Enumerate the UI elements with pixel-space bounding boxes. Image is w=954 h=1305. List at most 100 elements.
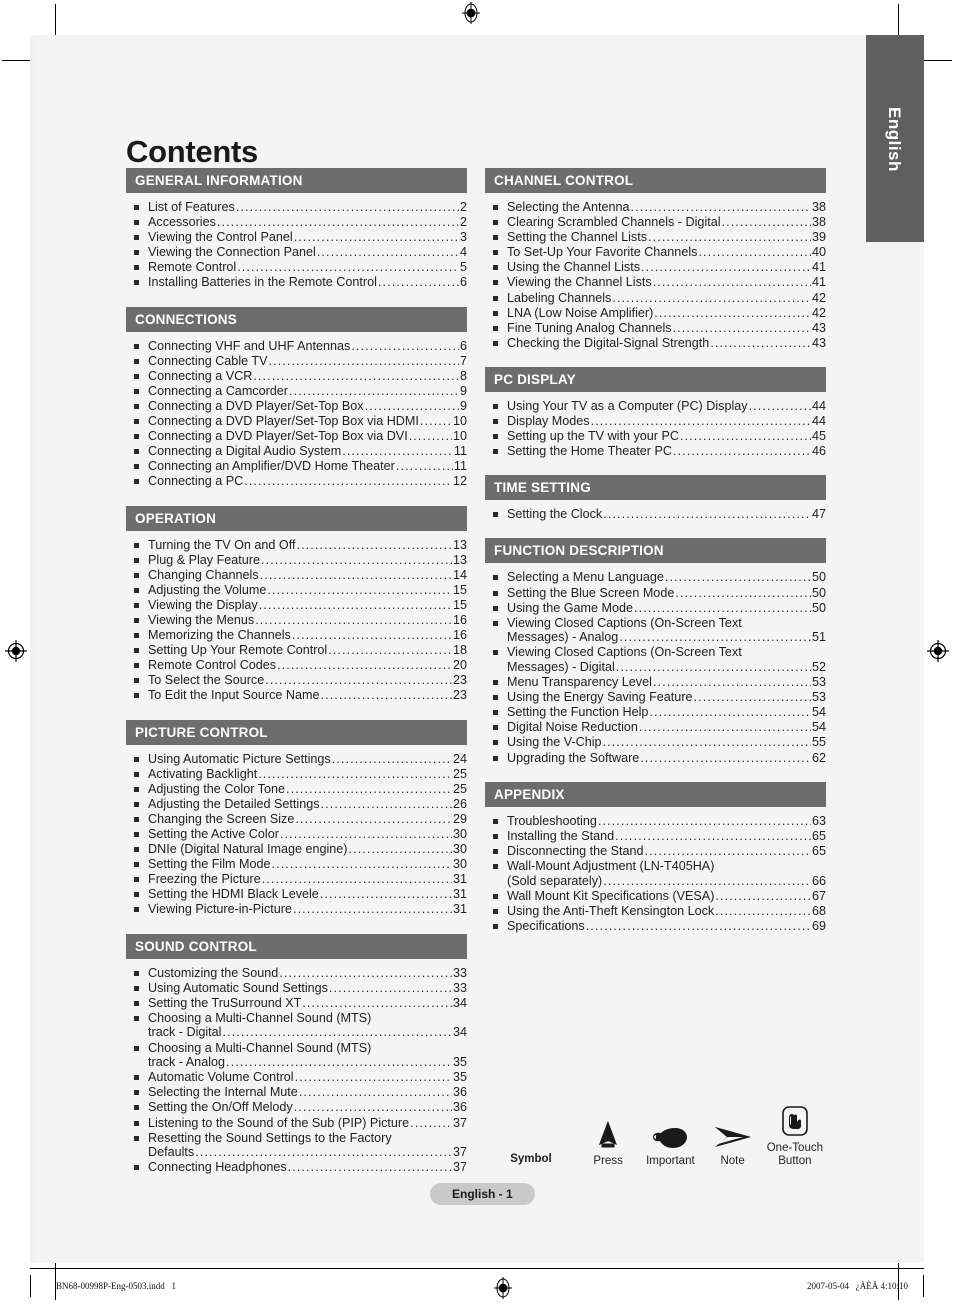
toc-entry[interactable]: Choosing a Multi-Channel Sound (MTS)35tr… (126, 1041, 467, 1070)
toc-entry[interactable]: Installing the Stand 65 (485, 829, 826, 844)
toc-entry[interactable]: Using Automatic Sound Settings 33 (126, 981, 467, 996)
toc-entry[interactable]: DNIe (Digital Natural Image engine) 30 (126, 842, 467, 857)
toc-entry[interactable]: Digital Noise Reduction 54 (485, 720, 826, 735)
toc-entry[interactable]: Setting the Home Theater PC 46 (485, 444, 826, 459)
toc-entry[interactable]: Memorizing the Channels 16 (126, 628, 467, 643)
toc-entry[interactable]: Freezing the Picture 31 (126, 872, 467, 887)
toc-entry[interactable]: Viewing the Menus 16 (126, 613, 467, 628)
toc-entry[interactable]: LNA (Low Noise Amplifier) 42 (485, 306, 826, 321)
dot-leader (222, 1025, 452, 1040)
toc-entry-page-number: 52 (811, 659, 826, 674)
toc-entry-line: Using Automatic Picture Settings 24 (148, 752, 467, 767)
toc-entry[interactable]: Connecting a DVD Player/Set-Top Box 9 (126, 399, 467, 414)
toc-entry[interactable]: Disconnecting the Stand 65 (485, 844, 826, 859)
toc-entry[interactable]: To Select the Source 23 (126, 673, 467, 688)
toc-entry[interactable]: Fine Tuning Analog Channels 43 (485, 321, 826, 336)
toc-entry-page-number: 9 (459, 383, 467, 398)
toc-entry[interactable]: Checking the Digital-Signal Strength 43 (485, 336, 826, 351)
toc-entry[interactable]: Viewing Closed Captions (On-Screen Text 5… (485, 616, 826, 645)
toc-entry[interactable]: Setting the Clock 47 (485, 507, 826, 522)
toc-entry[interactable]: Selecting a Menu Language 50 (485, 570, 826, 585)
toc-entry[interactable]: Remote Control Codes 20 (126, 658, 467, 673)
toc-entry[interactable]: Selecting the Antenna 38 (485, 200, 826, 215)
toc-entry-title: Viewing the Menus (148, 612, 255, 627)
toc-entry[interactable]: Accessories 2 (126, 215, 467, 230)
toc-entry[interactable]: Setting the Film Mode 30 (126, 857, 467, 872)
toc-entry[interactable]: List of Features 2 (126, 200, 467, 215)
toc-entry[interactable]: Connecting a Digital Audio System 11 (126, 444, 467, 459)
toc-section: TIME SETTING Setting the Clock 47 (485, 475, 826, 526)
toc-entry[interactable]: Resetting the Sound Settings to the Fact… (126, 1131, 467, 1160)
toc-entry[interactable]: Customizing the Sound 33 (126, 966, 467, 981)
toc-entry[interactable]: Viewing Picture-in-Picture 31 (126, 902, 467, 917)
toc-entry[interactable]: Specifications 69 (485, 919, 826, 934)
toc-entry[interactable]: Choosing a Multi-Channel Sound (MTS)34tr… (126, 1011, 467, 1040)
toc-entry[interactable]: Connecting VHF and UHF Antennas 6 (126, 339, 467, 354)
toc-entry-title: Memorizing the Channels (148, 628, 291, 643)
toc-entry[interactable]: Plug & Play Feature 13 (126, 553, 467, 568)
toc-entry[interactable]: Listening to the Sound of the Sub (PIP) … (126, 1116, 467, 1131)
toc-entry[interactable]: Viewing the Display 15 (126, 598, 467, 613)
toc-entry-line: Using Your TV as a Computer (PC) Display… (507, 399, 826, 414)
toc-entry[interactable]: Clearing Scrambled Channels - Digital 38 (485, 215, 826, 230)
toc-entry[interactable]: Connecting a DVD Player/Set-Top Box via … (126, 414, 467, 429)
toc-entry[interactable]: Setting Up Your Remote Control 18 (126, 643, 467, 658)
toc-entry[interactable]: Setting the HDMI Black Levele 31 (126, 887, 467, 902)
toc-entry[interactable]: Using the Anti-Theft Kensington Lock 68 (485, 904, 826, 919)
bullet-square-icon (134, 1105, 139, 1111)
toc-entry[interactable]: Setting the Channel Lists 39 (485, 230, 826, 245)
toc-entry[interactable]: Installing Batteries in the Remote Contr… (126, 275, 467, 290)
toc-entry[interactable]: Using the V-Chip 55 (485, 735, 826, 750)
toc-entry[interactable]: Setting the Active Color 30 (126, 827, 467, 842)
toc-entry[interactable]: Changing the Screen Size 29 (126, 812, 467, 827)
toc-entry[interactable]: Automatic Volume Control 35 (126, 1070, 467, 1085)
toc-entry-line: Viewing Picture-in-Picture 31 (148, 902, 467, 917)
toc-entry[interactable]: Viewing the Connection Panel 4 (126, 245, 467, 260)
toc-entry[interactable]: Using Automatic Picture Settings 24 (126, 752, 467, 767)
toc-entry[interactable]: Display Modes 44 (485, 414, 826, 429)
toc-entry[interactable]: Connecting an Amplifier/DVD Home Theater… (126, 459, 467, 474)
toc-entry[interactable]: Connecting Headphones 37 (126, 1160, 467, 1175)
toc-entry[interactable]: Changing Channels 14 (126, 568, 467, 583)
toc-section-header: PC DISPLAY (485, 366, 826, 392)
toc-entry[interactable]: Setting the Function Help 54 (485, 705, 826, 720)
toc-entry[interactable]: Using the Channel Lists 41 (485, 260, 826, 275)
toc-entry[interactable]: Connecting Cable TV 7 (126, 354, 467, 369)
toc-entry[interactable]: Wall-Mount Adjustment (LN-T405HA)66(Sold… (485, 859, 826, 888)
dot-leader (603, 507, 811, 522)
toc-entry[interactable]: Troubleshooting 63 (485, 814, 826, 829)
toc-entry[interactable]: Using the Game Mode 50 (485, 601, 826, 616)
toc-entry[interactable]: Adjusting the Detailed Settings 26 (126, 797, 467, 812)
toc-entry[interactable]: Setting the Blue Screen Mode 50 (485, 586, 826, 601)
toc-entry[interactable]: Viewing Closed Captions (On-Screen Text 5… (485, 645, 826, 674)
toc-entry[interactable]: Connecting a DVD Player/Set-Top Box via … (126, 429, 467, 444)
toc-entry[interactable]: Viewing the Control Panel 3 (126, 230, 467, 245)
toc-entry[interactable]: Connecting a VCR 8 (126, 369, 467, 384)
toc-entry[interactable]: Labeling Channels 42 (485, 291, 826, 306)
toc-entry-title: Using the Anti-Theft Kensington Lock (507, 903, 715, 918)
bullet-square-icon (134, 771, 139, 777)
toc-entry[interactable]: Menu Transparency Level 53 (485, 675, 826, 690)
toc-entry[interactable]: To Edit the Input Source Name 23 (126, 688, 467, 703)
toc-entry[interactable]: Adjusting the Volume 15 (126, 583, 467, 598)
toc-entry[interactable]: Remote Control 5 (126, 260, 467, 275)
crop-mark-right-top (924, 60, 952, 61)
toc-entry[interactable]: Setting the On/Off Melody 36 (126, 1100, 467, 1115)
toc-entry[interactable]: Selecting the Internal Mute 36 (126, 1085, 467, 1100)
toc-entry[interactable]: Connecting a PC 12 (126, 474, 467, 489)
toc-entry-title: Plug & Play Feature (148, 552, 261, 567)
bullet-square-icon (134, 1000, 139, 1006)
toc-entry[interactable]: Connecting a Camcorder 9 (126, 384, 467, 399)
toc-entry-page-number: 29 (452, 811, 467, 826)
toc-entry[interactable]: Activating Backlight 25 (126, 767, 467, 782)
toc-entry[interactable]: Viewing the Channel Lists 41 (485, 275, 826, 290)
toc-entry[interactable]: Wall Mount Kit Specifications (VESA) 67 (485, 889, 826, 904)
toc-entry[interactable]: Setting the TruSurround XT 34 (126, 996, 467, 1011)
toc-entry[interactable]: Setting up the TV with your PC 45 (485, 429, 826, 444)
toc-entry[interactable]: Adjusting the Color Tone 25 (126, 782, 467, 797)
toc-entry[interactable]: Turning the TV On and Off 13 (126, 538, 467, 553)
toc-entry[interactable]: To Set-Up Your Favorite Channels 40 (485, 245, 826, 260)
toc-entry[interactable]: Using the Energy Saving Feature 53 (485, 690, 826, 705)
toc-entry[interactable]: Using Your TV as a Computer (PC) Display… (485, 399, 826, 414)
toc-entry[interactable]: Upgrading the Software 62 (485, 751, 826, 766)
